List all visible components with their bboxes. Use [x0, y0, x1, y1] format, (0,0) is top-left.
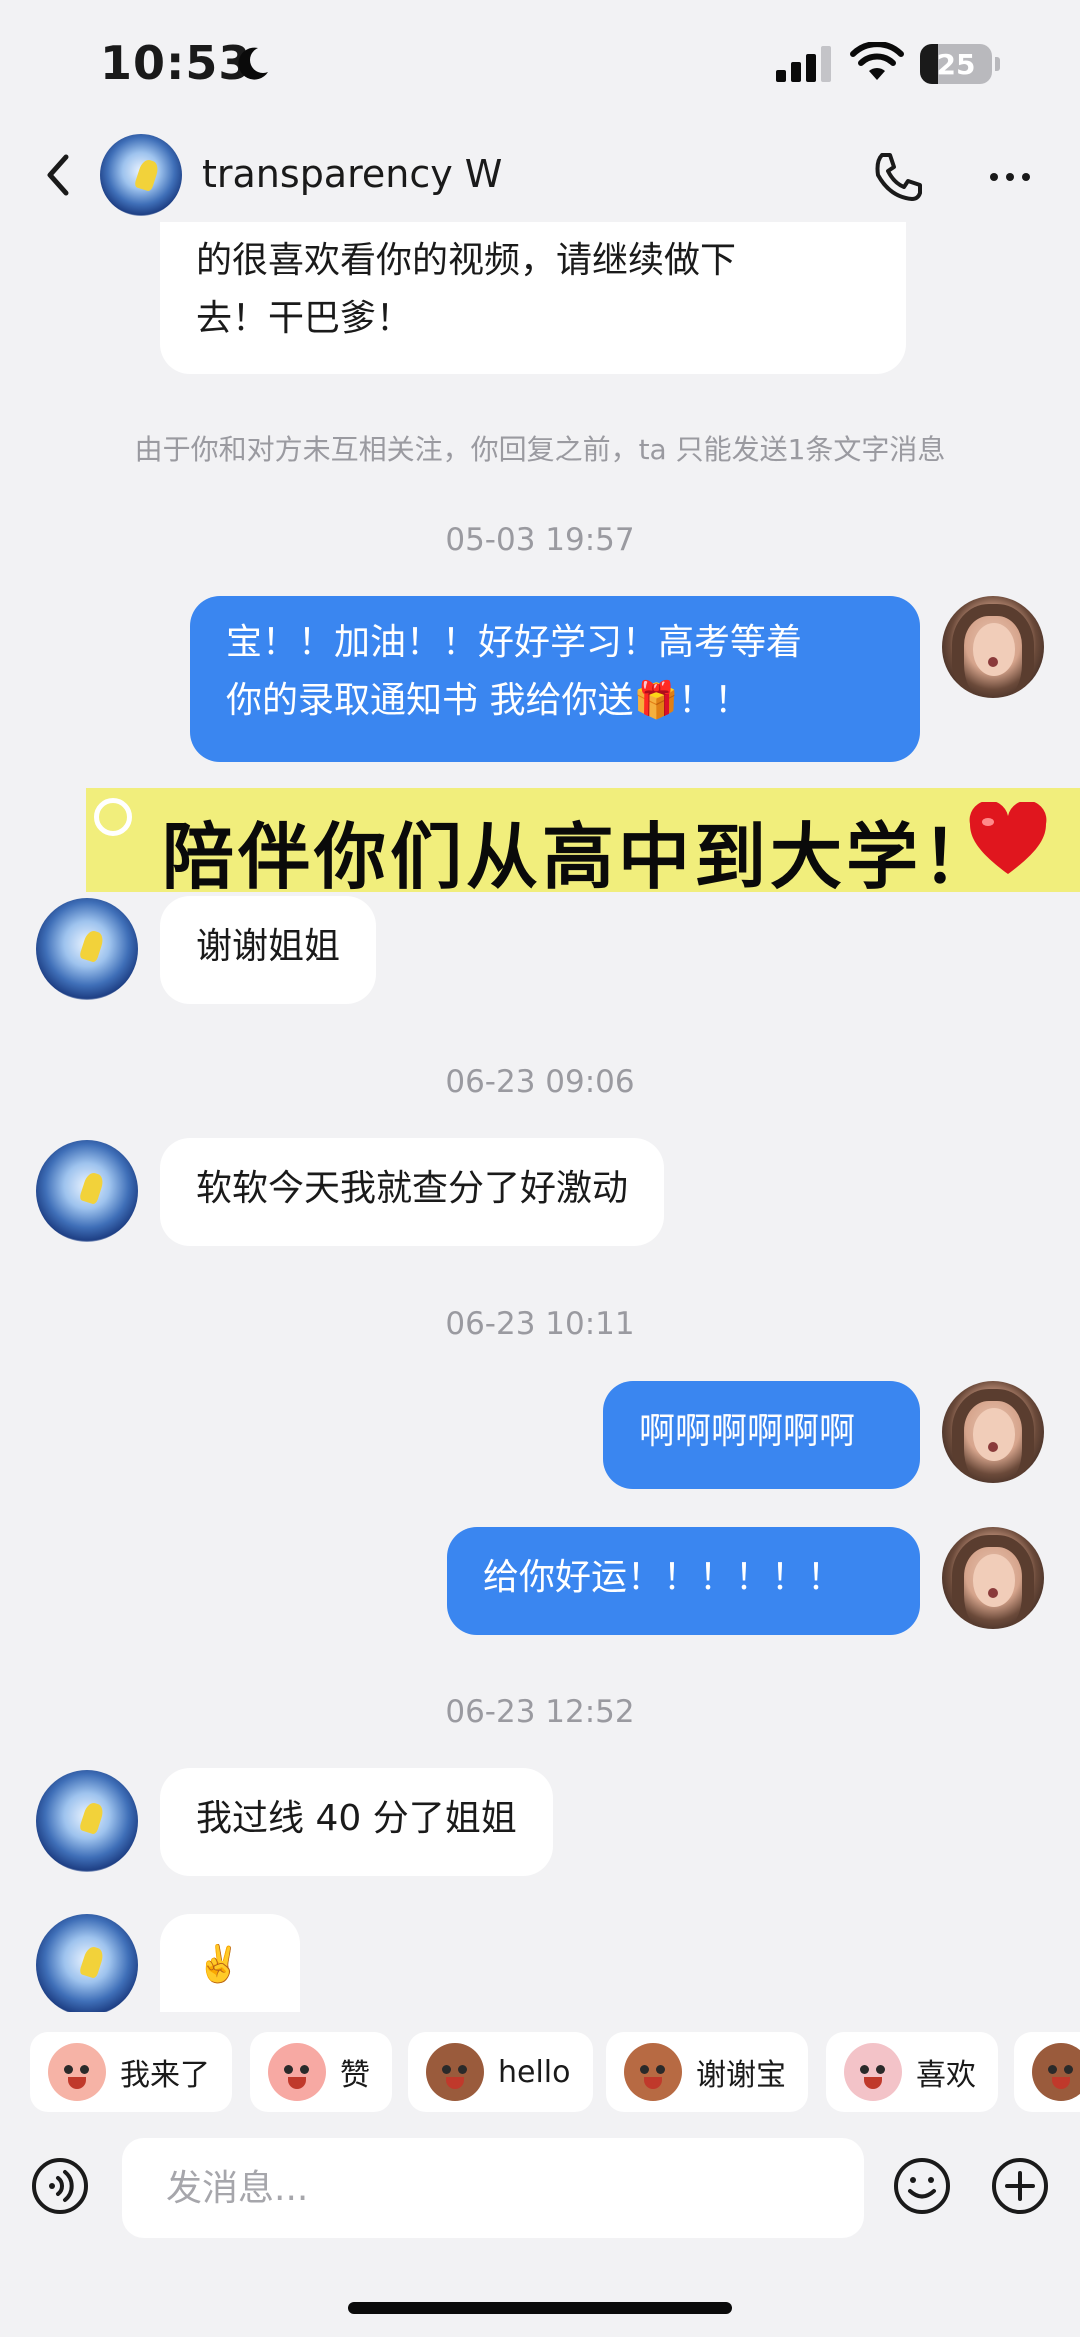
moon-icon: [238, 47, 268, 80]
signal-icon: [776, 46, 831, 82]
wifi-icon: [850, 42, 904, 80]
timestamp: 06-23 10:11: [445, 1306, 635, 1342]
quick-reply-chip[interactable]: [1014, 2032, 1080, 2112]
contact-avatar[interactable]: [100, 134, 182, 216]
emoji-icon[interactable]: [892, 2156, 952, 2216]
banner-dot: [94, 798, 132, 836]
message-bubble-incoming[interactable]: 的很喜欢看你的视频，请继续做下 去！干巴爹！: [160, 222, 906, 374]
quick-reply-label: 赞: [340, 2058, 370, 2093]
quick-reply-chip[interactable]: 赞: [250, 2032, 392, 2112]
follow-notice: 由于你和对方未互相关注，你回复之前，ta 只能发送1条文字消息: [134, 433, 946, 466]
message-bubble-incoming[interactable]: 我过线 40 分了姐姐: [160, 1768, 553, 1876]
my-avatar[interactable]: [942, 596, 1044, 698]
heart-icon: [969, 802, 1047, 874]
quick-reply-chip[interactable]: 谢谢宝: [606, 2032, 808, 2112]
battery-icon: 25: [920, 44, 1000, 84]
quick-reply-label: 喜欢: [916, 2058, 976, 2093]
message-input[interactable]: [122, 2138, 864, 2238]
contact-name[interactable]: transparency W: [202, 152, 502, 196]
message-bubble-incoming[interactable]: ✌️: [160, 1914, 300, 2012]
monkey-rose-emoji-icon: [624, 2043, 682, 2101]
chat-header: transparency W: [0, 125, 1080, 225]
home-indicator[interactable]: [348, 2302, 732, 2314]
message-bubble-outgoing[interactable]: 宝！！加油！！好好学习！高考等着 你的录取通知书 我给你送🎁！！: [190, 596, 920, 762]
message-bubble-incoming[interactable]: 谢谢姐姐: [160, 896, 377, 1004]
promo-banner: 陪伴你们从高中到大学！: [86, 788, 1080, 899]
contact-avatar[interactable]: [36, 1914, 138, 2016]
my-avatar[interactable]: [942, 1527, 1044, 1629]
contact-avatar[interactable]: [36, 898, 138, 1000]
message-bubble-outgoing[interactable]: 啊啊啊啊啊啊: [603, 1381, 920, 1489]
contact-avatar[interactable]: [36, 1140, 138, 1242]
timestamp: 06-23 12:52: [445, 1694, 635, 1730]
quick-reply-chip[interactable]: 喜欢: [826, 2032, 998, 2112]
monkey-emoji-icon: [426, 2043, 484, 2101]
status-time: 10:53: [100, 36, 252, 90]
quick-reply-label: 我来了: [120, 2058, 210, 2093]
quick-reply-label: hello: [498, 2054, 571, 2090]
pig-emoji-icon: [48, 2043, 106, 2101]
status-bar: 10:53 25: [0, 0, 1080, 125]
heart-pig-emoji-icon: [844, 2043, 902, 2101]
more-icon[interactable]: [980, 147, 1040, 207]
monkey-emoji-icon: [1032, 2043, 1080, 2101]
quick-reply-label: 谢谢宝: [696, 2058, 786, 2093]
back-button[interactable]: [30, 145, 90, 205]
banner-text: 陪伴你们从高中到大学！: [162, 815, 999, 899]
message-bubble-outgoing[interactable]: 给你好运！！！！！！: [447, 1527, 920, 1635]
quick-reply-bar: 我来了 赞 hello 谢谢宝 喜欢: [0, 2012, 1080, 2122]
message-bubble-incoming[interactable]: 软软今天我就查分了好激动: [160, 1138, 665, 1246]
input-bar: [0, 2122, 1080, 2252]
quick-reply-chip[interactable]: hello: [408, 2032, 593, 2112]
pig-emoji-icon: [268, 2043, 326, 2101]
quick-reply-chip[interactable]: 我来了: [30, 2032, 232, 2112]
timestamp: 05-03 19:57: [445, 522, 635, 558]
voice-icon[interactable]: [30, 2156, 90, 2216]
my-avatar[interactable]: [942, 1381, 1044, 1483]
contact-avatar[interactable]: [36, 1770, 138, 1872]
battery-level: 25: [936, 48, 976, 81]
timestamp: 06-23 09:06: [445, 1064, 635, 1100]
phone-icon[interactable]: [868, 147, 928, 207]
plus-icon[interactable]: [990, 2156, 1050, 2216]
